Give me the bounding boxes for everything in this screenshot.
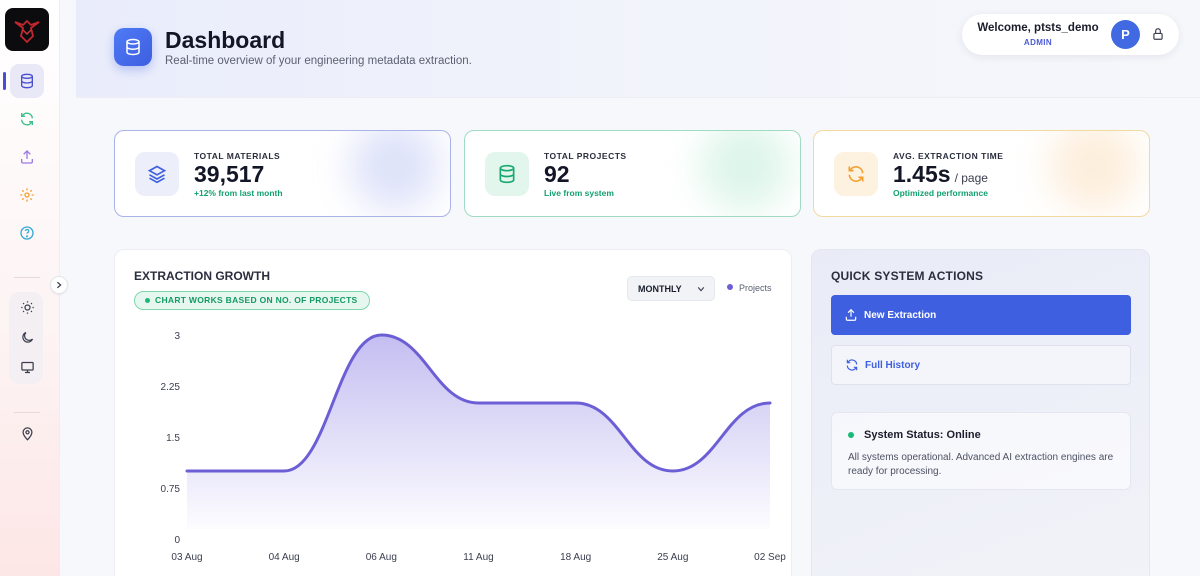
y-tick-label: 2.25 bbox=[161, 382, 181, 393]
sidebar-item-sync[interactable] bbox=[10, 102, 44, 136]
monitor-icon bbox=[20, 361, 34, 373]
stat-note: Live from system bbox=[544, 188, 614, 198]
refresh-icon bbox=[21, 112, 33, 126]
stat-number: 92 bbox=[544, 161, 570, 187]
sun-icon bbox=[20, 300, 34, 314]
status-title: System Status: Online bbox=[864, 429, 981, 441]
chevron-right-icon bbox=[56, 281, 62, 289]
sidebar-item-database[interactable] bbox=[10, 64, 44, 98]
y-tick-label: 0.75 bbox=[161, 484, 181, 495]
stat-icon-box bbox=[135, 152, 179, 196]
theme-light-button[interactable] bbox=[10, 290, 44, 324]
card-glow bbox=[1049, 131, 1139, 211]
full-history-button[interactable]: Full History bbox=[831, 345, 1131, 385]
upload-icon bbox=[21, 150, 33, 164]
y-tick-label: 0 bbox=[174, 535, 180, 546]
stat-card-materials: TOTAL MATERIALS 39,517 +12% from last mo… bbox=[114, 130, 451, 217]
new-extraction-button[interactable]: New Extraction bbox=[831, 295, 1131, 335]
sidebar-collapse-button[interactable] bbox=[50, 276, 68, 294]
stat-number: 39,517 bbox=[194, 161, 265, 187]
x-tick-label: 25 Aug bbox=[657, 552, 688, 563]
stat-value: 1.45s / page bbox=[893, 161, 988, 188]
stat-card-projects: TOTAL PROJECTS 92 Live from system bbox=[464, 130, 801, 217]
button-label: New Extraction bbox=[864, 309, 937, 321]
refresh-icon bbox=[846, 359, 858, 371]
user-role: ADMIN bbox=[1023, 38, 1053, 47]
page-title: Dashboard bbox=[165, 27, 286, 53]
stat-note: Optimized performance bbox=[893, 188, 988, 198]
app-logo[interactable] bbox=[5, 8, 49, 51]
header-badge bbox=[114, 28, 152, 66]
stat-card-extraction-time: AVG. EXTRACTION TIME 1.45s / page Optimiz… bbox=[813, 130, 1150, 217]
user-card: Welcome, ptsts_demo ADMIN P bbox=[962, 14, 1179, 55]
quick-actions-card: QUICK SYSTEM ACTIONS New Extraction Full… bbox=[811, 249, 1150, 576]
growth-chart: 0 0.75 1.5 2.25 3 03 Aug 04 Aug 06 Aug 11 Aug 18… bbox=[161, 331, 787, 563]
moon-icon bbox=[21, 331, 33, 343]
logo-mark-icon bbox=[14, 19, 40, 43]
theme-system-button[interactable] bbox=[10, 350, 44, 384]
status-online-dot bbox=[848, 432, 854, 438]
x-tick-label: 18 Aug bbox=[560, 552, 591, 563]
help-icon bbox=[20, 226, 34, 240]
stat-icon-box bbox=[485, 152, 529, 196]
page-subtitle: Real-time overview of your engineering m… bbox=[165, 55, 472, 67]
sidebar-item-settings[interactable] bbox=[10, 178, 44, 212]
stat-label: AVG. EXTRACTION TIME bbox=[893, 151, 1004, 161]
x-tick-label: 03 Aug bbox=[171, 552, 202, 563]
stat-label: TOTAL MATERIALS bbox=[194, 151, 281, 161]
database-icon bbox=[126, 38, 140, 56]
x-tick-label: 02 Sep bbox=[754, 552, 786, 563]
gear-icon bbox=[20, 188, 34, 202]
card-glow bbox=[700, 131, 790, 211]
welcome-text: Welcome, ptsts_demo bbox=[977, 22, 1099, 34]
card-glow bbox=[350, 131, 440, 211]
stat-unit: / page bbox=[954, 171, 988, 185]
sidebar-item-upload[interactable] bbox=[10, 140, 44, 174]
avatar[interactable]: P bbox=[1111, 20, 1140, 49]
layers-icon bbox=[147, 165, 167, 184]
series-area bbox=[187, 335, 770, 529]
extraction-growth-card: EXTRACTION GROWTH CHART WORKS BASED ON N… bbox=[114, 249, 792, 576]
x-tick-label: 04 Aug bbox=[269, 552, 300, 563]
sidebar-divider bbox=[14, 412, 40, 413]
database-icon bbox=[499, 164, 515, 184]
refresh-icon bbox=[848, 165, 864, 183]
stat-value: 39,517 bbox=[194, 161, 264, 188]
location-pin-icon bbox=[21, 426, 33, 441]
sidebar-divider bbox=[14, 277, 40, 278]
upload-icon bbox=[845, 308, 857, 321]
active-indicator bbox=[3, 72, 6, 90]
quick-actions-title: QUICK SYSTEM ACTIONS bbox=[831, 269, 984, 283]
system-status-box: System Status: Online All systems operat… bbox=[831, 412, 1131, 490]
x-tick-label: 11 Aug bbox=[463, 552, 493, 563]
stat-label: TOTAL PROJECTS bbox=[544, 151, 627, 161]
sidebar-item-location[interactable] bbox=[10, 416, 44, 450]
sidebar-item-help[interactable] bbox=[10, 216, 44, 250]
y-tick-label: 3 bbox=[174, 331, 180, 342]
page-header: Dashboard Real-time overview of your eng… bbox=[76, 0, 1200, 98]
x-tick-label: 06 Aug bbox=[366, 552, 397, 563]
stat-value: 92 bbox=[544, 161, 570, 188]
stat-icon-box bbox=[834, 152, 878, 196]
theme-dark-button[interactable] bbox=[10, 320, 44, 354]
stat-note: +12% from last month bbox=[194, 188, 283, 198]
y-tick-label: 1.5 bbox=[166, 433, 180, 444]
stat-number: 1.45s bbox=[893, 161, 951, 187]
lock-icon[interactable] bbox=[1151, 27, 1165, 41]
button-label: Full History bbox=[865, 359, 921, 371]
database-icon bbox=[21, 73, 33, 89]
status-description: All systems operational. Advanced AI ext… bbox=[848, 452, 1114, 477]
